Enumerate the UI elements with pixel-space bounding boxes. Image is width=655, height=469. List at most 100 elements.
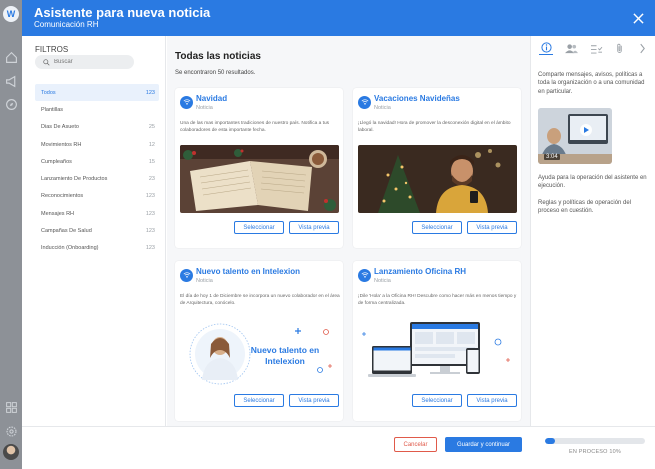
search-input[interactable] bbox=[54, 59, 134, 65]
filter-count: 15 bbox=[148, 158, 155, 165]
page-title: Todas las noticias bbox=[175, 51, 261, 62]
preview-button[interactable]: Vista previa bbox=[467, 394, 517, 407]
filter-item-plantillas[interactable]: Plantillas bbox=[35, 101, 159, 118]
card-title: Lanzamiento Oficina RH bbox=[374, 267, 467, 276]
compass-icon[interactable] bbox=[4, 97, 18, 111]
filter-count: 25 bbox=[148, 124, 155, 131]
filter-item-reconocimientos[interactable]: Reconocimientos 123 bbox=[35, 188, 159, 205]
results-count: Se encontraron 50 resultados. bbox=[175, 70, 256, 76]
filters-title: FILTROS bbox=[35, 45, 69, 54]
close-icon[interactable] bbox=[629, 9, 647, 27]
select-button[interactable]: Seleccionar bbox=[234, 394, 284, 407]
panel-intro-text: Comparte mensajes, avisos, políticas a t… bbox=[538, 72, 645, 95]
user-avatar[interactable] bbox=[3, 444, 19, 460]
info-panel: Comparte mensajes, avisos, políticas a t… bbox=[530, 36, 655, 426]
card-type: Noticia bbox=[374, 278, 391, 284]
news-wizard-modal: Asistente para nueva noticia Comunicació… bbox=[22, 0, 655, 469]
filter-item-mensajes-rh[interactable]: Mensajes RH 123 bbox=[35, 205, 159, 222]
card-description: El día de hoy 1 de Diciembre se incorpor… bbox=[180, 294, 340, 306]
info-icon[interactable] bbox=[539, 41, 553, 55]
broadcast-icon bbox=[180, 269, 193, 282]
card-description: Una de las mas importantes tradiciones d… bbox=[180, 121, 330, 133]
settings-gear-icon[interactable] bbox=[4, 424, 18, 438]
card-image-man-with-phone bbox=[358, 145, 517, 213]
home-icon[interactable] bbox=[4, 50, 18, 64]
modal-footer: Cancelar Guardar y continuar EN PROCESO … bbox=[22, 426, 655, 469]
card-title: Navidad bbox=[196, 94, 228, 103]
panel-help-text-2: Reglas y políticas de operación del proc… bbox=[538, 200, 632, 215]
filter-label: Plantillas bbox=[41, 106, 64, 113]
select-button[interactable]: Seleccionar bbox=[234, 221, 284, 234]
help-video-thumbnail[interactable]: 3:04 bbox=[538, 108, 612, 164]
card-image-christmas-book bbox=[180, 145, 339, 213]
filter-count: 123 bbox=[145, 193, 155, 200]
preview-button[interactable]: Vista previa bbox=[467, 221, 517, 234]
filter-count: 123 bbox=[145, 228, 155, 235]
app-logo-icon[interactable]: W bbox=[3, 6, 19, 22]
card-type: Noticia bbox=[196, 105, 213, 111]
progress-label: EN PROCESO 10% bbox=[568, 449, 621, 455]
filter-label: Inducción (Onboarding) bbox=[41, 245, 99, 252]
preview-button[interactable]: Vista previa bbox=[289, 221, 339, 234]
progress-bar bbox=[545, 438, 645, 444]
broadcast-icon bbox=[358, 269, 371, 282]
card-description: ¡Dile 'Hola' a la Oficina RH! Descubre c… bbox=[358, 294, 517, 306]
attachment-icon[interactable] bbox=[612, 41, 626, 55]
select-button[interactable]: Seleccionar bbox=[412, 221, 462, 234]
preview-button[interactable]: Vista previa bbox=[289, 394, 339, 407]
card-image-office-rh-devices bbox=[358, 318, 517, 386]
broadcast-icon bbox=[180, 96, 193, 109]
filter-count: 23 bbox=[148, 176, 155, 183]
filter-label: Movimientos RH bbox=[41, 141, 82, 148]
card-type: Noticia bbox=[374, 105, 391, 111]
filter-label: Cumpleaños bbox=[41, 158, 72, 165]
broadcast-icon bbox=[358, 96, 371, 109]
save-continue-button[interactable]: Guardar y continuar bbox=[445, 437, 522, 452]
filter-label: Dias De Asueto bbox=[41, 124, 79, 131]
card-title: Vacaciones Navideñas bbox=[374, 94, 460, 103]
app-rail: W bbox=[0, 0, 22, 469]
apps-grid-icon[interactable] bbox=[4, 400, 18, 414]
select-button[interactable]: Seleccionar bbox=[412, 394, 462, 407]
news-main: Todas las noticias Se encontraron 50 res… bbox=[167, 36, 530, 426]
filters-sidebar: FILTROS Todos 123 Plantillas Dias De Asue… bbox=[22, 36, 166, 426]
news-card-vacaciones: Vacaciones Navideñas Noticia ¡Llegó la n… bbox=[353, 88, 521, 248]
filter-count: 12 bbox=[148, 141, 155, 148]
progress-fill bbox=[545, 438, 555, 444]
chevron-right-icon[interactable] bbox=[635, 41, 649, 55]
filter-item-movimientos-rh[interactable]: Movimientos RH 12 bbox=[35, 136, 159, 153]
card-description: ¡Llegó la navidad! Hora de promover la d… bbox=[358, 121, 511, 133]
news-card-navidad: Navidad Noticia Una de las mas important… bbox=[175, 88, 343, 248]
card-image-caption: Nuevo talento en Intelexion bbox=[250, 345, 320, 366]
filter-label: Campañas De Salud bbox=[41, 228, 92, 235]
filter-label: Mensajes RH bbox=[41, 210, 75, 217]
info-panel-tabs bbox=[531, 36, 655, 60]
modal-header: Asistente para nueva noticia Comunicació… bbox=[22, 0, 655, 36]
card-type: Noticia bbox=[196, 278, 213, 284]
search-box[interactable] bbox=[35, 55, 134, 69]
checklist-icon[interactable] bbox=[589, 41, 603, 55]
filter-item-campanas-de-salud[interactable]: Campañas De Salud 123 bbox=[35, 222, 159, 239]
filter-label: Reconocimientos bbox=[41, 193, 84, 200]
card-title: Nuevo talento en Intelexion bbox=[196, 267, 301, 276]
video-duration: 3:04 bbox=[544, 154, 560, 160]
filter-label: Todos bbox=[41, 89, 56, 96]
news-card-lanzamiento-oficina: Lanzamiento Oficina RH Noticia ¡Dile 'Ho… bbox=[353, 261, 521, 421]
filter-item-dias-de-asueto[interactable]: Dias De Asueto 25 bbox=[35, 119, 159, 136]
modal-subtitle: Comunicación RH bbox=[34, 20, 99, 29]
users-icon[interactable] bbox=[562, 41, 580, 55]
filter-item-induccion[interactable]: Inducción (Onboarding) 123 bbox=[35, 240, 159, 257]
filter-list: Todos 123 Plantillas Dias De Asueto 25 Mov… bbox=[35, 84, 159, 257]
filter-count: 123 bbox=[145, 89, 155, 96]
panel-help-text-1: Ayuda para la operación del asistente en… bbox=[538, 175, 647, 190]
filter-count: 123 bbox=[145, 210, 155, 217]
filter-count: 123 bbox=[145, 245, 155, 252]
megaphone-icon[interactable] bbox=[4, 74, 18, 88]
filter-item-lanzamiento-de-productos[interactable]: Lanzamiento De Productos 23 bbox=[35, 170, 159, 187]
modal-title: Asistente para nueva noticia bbox=[34, 5, 211, 20]
filter-label: Lanzamiento De Productos bbox=[41, 176, 108, 183]
cancel-button[interactable]: Cancelar bbox=[394, 437, 437, 452]
news-card-nuevo-talento: Nuevo talento en Intelexion Noticia El d… bbox=[175, 261, 343, 421]
filter-item-cumpleanos[interactable]: Cumpleaños 15 bbox=[35, 153, 159, 170]
filter-item-todos[interactable]: Todos 123 bbox=[35, 84, 159, 102]
